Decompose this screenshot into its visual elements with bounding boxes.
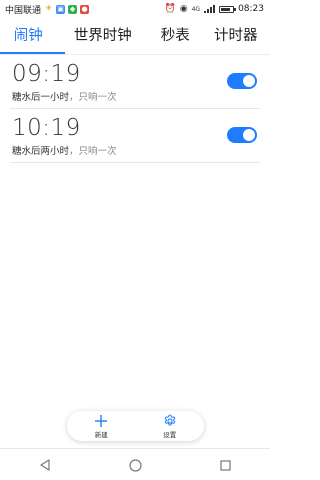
- status-bar: 中国联通 ☀ ▣ ◆ ● ⏰ ◉ 4G 08:23: [0, 0, 270, 18]
- alarm-toggle[interactable]: [227, 127, 257, 143]
- sun-icon: ☀: [44, 3, 53, 14]
- notification-icon: ▣: [56, 4, 66, 14]
- toggle-knob: [243, 75, 255, 87]
- wifi-icon: 4G: [191, 5, 201, 13]
- app-icon-red: ●: [80, 4, 90, 14]
- tab-timer[interactable]: 计时器: [205, 22, 267, 54]
- alarm-repeat-text: ，只响一次: [69, 92, 117, 103]
- new-alarm-label: 新建: [94, 430, 108, 439]
- recent-apps-icon: [219, 459, 231, 471]
- tab-stopwatch[interactable]: 秒表: [152, 22, 198, 54]
- alarm-item[interactable]: 10:19 糖水后两小时，只响一次: [10, 109, 260, 163]
- screen: 中国联通 ☀ ▣ ◆ ● ⏰ ◉ 4G 08:23 闹钟 世界时钟 秒表 计时器…: [0, 0, 270, 480]
- back-icon: [40, 459, 50, 471]
- settings-button[interactable]: 设置: [145, 414, 195, 439]
- alarm-list: 09:19 糖水后一小时，只响一次 10:19 糖水后两小时，只响一次: [0, 55, 270, 163]
- eye-icon: ◉: [179, 4, 188, 14]
- tab-alarm[interactable]: 闹钟: [0, 22, 66, 54]
- alarm-repeat-text: ，只响一次: [69, 146, 117, 157]
- new-alarm-button[interactable]: 新建: [76, 414, 126, 439]
- alarm-item[interactable]: 09:19 糖水后一小时，只响一次: [10, 55, 260, 109]
- home-button[interactable]: [115, 450, 155, 480]
- gear-icon: [164, 414, 176, 426]
- battery-fill: [221, 7, 231, 11]
- alarm-time: 09:19: [12, 61, 81, 87]
- tab-world-clock[interactable]: 世界时钟: [60, 22, 146, 54]
- back-button[interactable]: [25, 450, 65, 480]
- battery-icon: [219, 5, 237, 13]
- toggle-knob: [243, 129, 255, 141]
- status-left: 中国联通 ☀ ▣ ◆ ●: [0, 3, 90, 16]
- alarm-label-text: 糖水后两小时: [12, 146, 70, 157]
- signal-icon: [204, 5, 216, 13]
- recent-apps-button[interactable]: [205, 450, 245, 480]
- tab-bar: 闹钟 世界时钟 秒表 计时器: [0, 22, 270, 55]
- settings-label: 设置: [163, 430, 177, 439]
- alarm-label-text: 糖水后一小时: [12, 92, 70, 103]
- alarm-label: 糖水后两小时，只响一次: [12, 143, 117, 157]
- alarm-label: 糖水后一小时，只响一次: [12, 89, 117, 103]
- alarm-clock-icon: ⏰: [164, 4, 176, 14]
- alarm-time: 10:19: [12, 115, 81, 141]
- alarm-toggle[interactable]: [227, 73, 257, 89]
- plus-icon: [95, 414, 108, 427]
- status-right: ⏰ ◉ 4G 08:23: [165, 4, 270, 14]
- app-icon: ◆: [68, 4, 78, 14]
- status-time: 08:23: [238, 4, 264, 14]
- action-bar: 新建 设置: [67, 411, 204, 441]
- navigation-bar: [0, 448, 270, 480]
- home-icon: [128, 458, 142, 472]
- carrier-name: 中国联通: [5, 5, 42, 16]
